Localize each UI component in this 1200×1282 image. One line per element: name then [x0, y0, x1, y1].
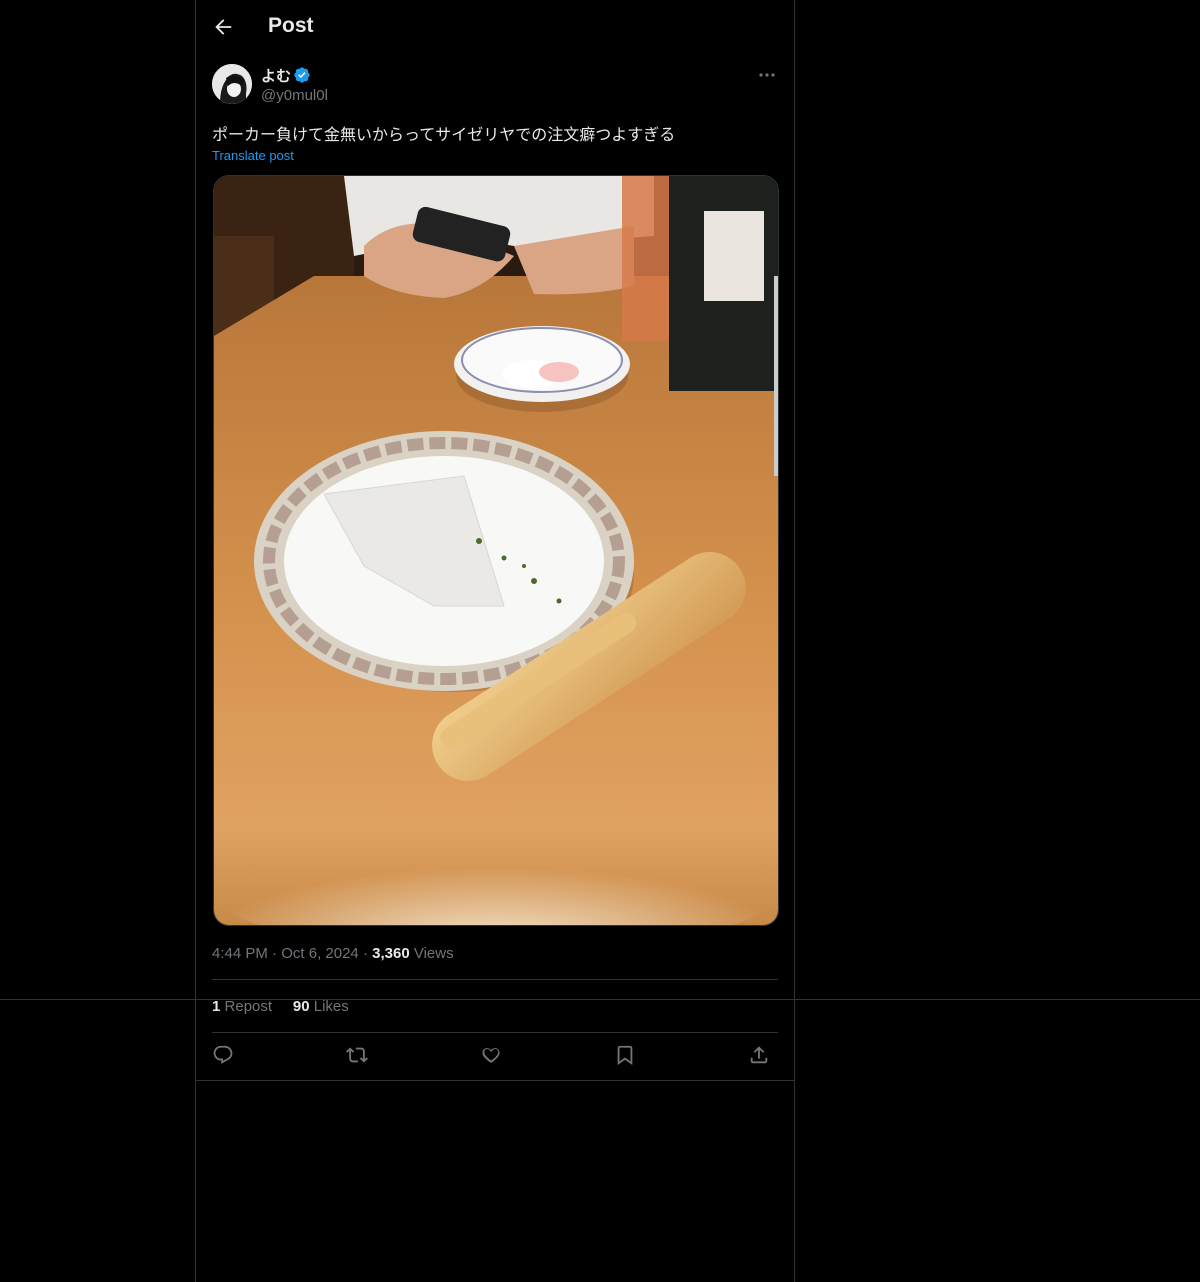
divider [196, 1080, 794, 1081]
likes-count: 90 [292, 998, 310, 1015]
repost-icon[interactable] [346, 1044, 368, 1066]
divider [212, 979, 778, 980]
author-handle[interactable]: @y0mul0l [261, 87, 328, 104]
post-media[interactable] [213, 175, 779, 926]
post-date[interactable]: Oct 6, 2024 [281, 945, 359, 962]
likes-label: Likes [313, 998, 349, 1015]
like-icon[interactable] [480, 1044, 502, 1066]
meta-dot: · [272, 945, 282, 962]
post-time[interactable]: 4:44 PM [212, 945, 268, 962]
action-bar [212, 1044, 778, 1070]
divider [212, 1032, 778, 1033]
share-icon[interactable] [748, 1044, 770, 1066]
post-text: ポーカー負けて金無いからってサイゼリヤでの注文癖つよすぎる [212, 127, 676, 144]
author-name[interactable]: よむ [261, 65, 291, 86]
reply-icon[interactable] [212, 1044, 234, 1066]
likes-stat[interactable]: 90 Likes [293, 998, 349, 1015]
verified-badge-icon [294, 67, 310, 83]
reposts-label: Repost [224, 998, 273, 1015]
views-label: Views [413, 945, 454, 962]
bookmark-icon[interactable] [614, 1044, 636, 1066]
page-title: Post [268, 14, 314, 37]
meta-dot: · [362, 945, 373, 962]
arrow-left-icon[interactable] [212, 16, 234, 38]
reposts-count: 1 [212, 998, 221, 1015]
post-column: Post よむ @y0mul0l ポーカー負けて金無いからってサイゼリヤでの注文… [195, 0, 795, 1282]
post-meta: 4:44 PM · Oct 6, 2024 · 3,360 Views [212, 945, 454, 962]
more-options-icon[interactable] [756, 66, 778, 84]
avatar[interactable] [212, 64, 252, 104]
reposts-stat[interactable]: 1 Repost [212, 998, 276, 1015]
views-count: 3,360 [372, 945, 410, 962]
header: Post [196, 0, 794, 54]
post-stats: 1 Repost 90 Likes [212, 998, 349, 1015]
translate-post-link[interactable]: Translate post [212, 148, 294, 163]
